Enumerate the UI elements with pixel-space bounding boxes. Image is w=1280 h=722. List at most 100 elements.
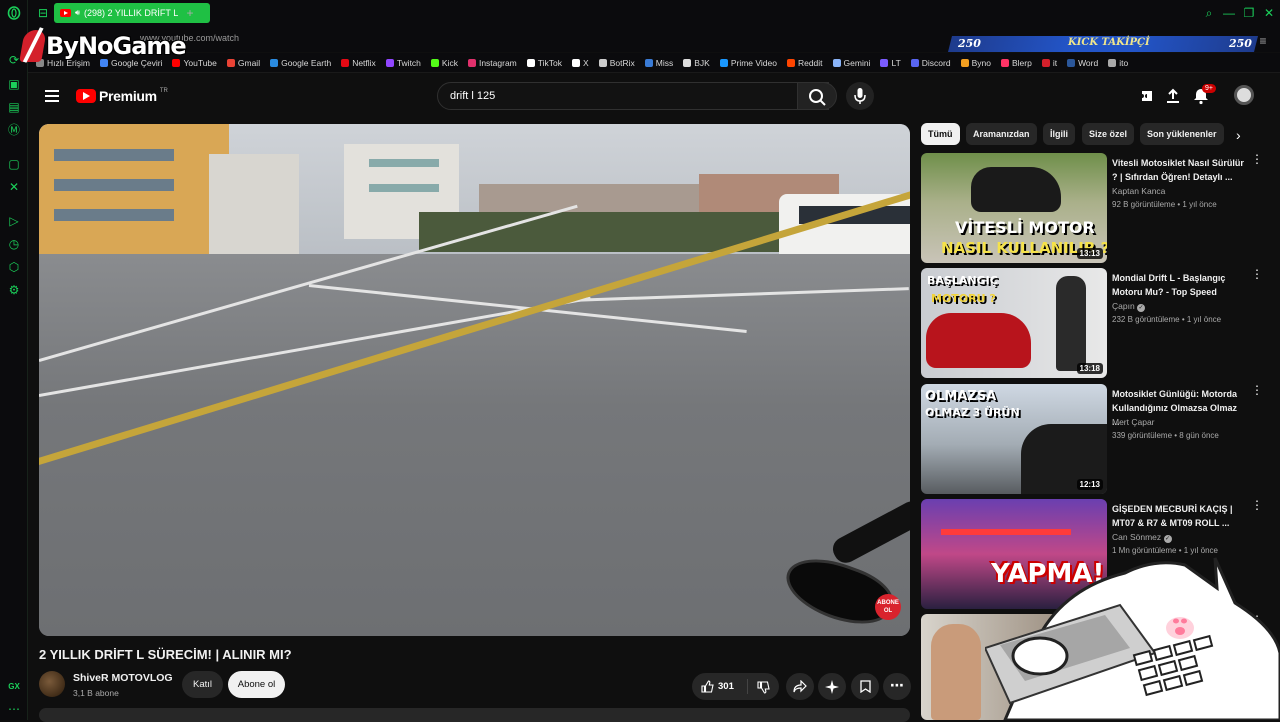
bookmark-item[interactable]: Blerp (1000, 58, 1032, 68)
close-window-icon[interactable]: ✕ (1262, 6, 1276, 20)
twitch-icon[interactable]: ▢ (7, 157, 21, 171)
opera-gx-logo-icon[interactable] (7, 6, 21, 20)
recommendation-item[interactable]: OLMAZSA OLMAZ 3 ÜRÜN 12:13 Motosiklet Gü… (921, 384, 1266, 494)
recommendation-item[interactable]: BAŞLANGIÇ MOTORU ? 13:18 Mondial Drift L… (921, 268, 1266, 378)
video-thumbnail[interactable]: BAŞLANGIÇ MOTORU ? 13:18 (921, 268, 1107, 378)
channel-name[interactable]: ShiveR MOTOVLOG (73, 672, 173, 684)
bookmark-item[interactable]: Gemini (832, 58, 870, 68)
gx-mods-icon[interactable]: GX (7, 680, 21, 694)
tab-bar: ⊟ 🔊︎ (298) 2 YILLIK DRİFT L + ⌕ — ❐ ✕ (28, 0, 1280, 26)
share-button[interactable] (786, 673, 814, 700)
bookmark-item[interactable]: BotRix (598, 58, 635, 68)
search-button[interactable] (797, 82, 837, 110)
thumbnail-barrier (941, 529, 1071, 535)
video-duration: 13:18 (1076, 363, 1103, 374)
x-twitter-icon[interactable]: ✕ (7, 180, 21, 194)
thumbnail-motorcycle (926, 313, 1031, 368)
player-icon[interactable]: ▷ (7, 214, 21, 228)
chip-all[interactable]: Tümü (921, 123, 960, 145)
chip-recently-uploaded[interactable]: Son yüklenenler (1140, 123, 1224, 145)
recommendation-channel[interactable]: Kaptan Kanca (1112, 186, 1165, 196)
chip-related[interactable]: İlgili (1043, 123, 1075, 145)
bookmark-label: LT (891, 57, 901, 68)
new-tab-icon[interactable]: + (183, 6, 197, 20)
menu-icon[interactable] (45, 90, 59, 102)
bookmark-item[interactable]: Netflix (341, 58, 376, 68)
bookmark-label: BJK (694, 57, 710, 68)
dislike-icon[interactable] (757, 681, 770, 694)
recommendation-title[interactable]: GİŞEDEN MECBURİ KAÇIŞ | MT07 & R7 & MT09… (1112, 502, 1244, 530)
recommendation-channel[interactable]: Can Sönmez ✓ (1112, 532, 1172, 543)
bookmark-item[interactable]: Reddit (786, 58, 823, 68)
recommendation-menu-icon[interactable]: ⋮ (1251, 153, 1263, 165)
recommendation-title[interactable]: Mondial Drift L - Başlangıç Motoru Mu? -… (1112, 271, 1244, 299)
bookmark-favicon-icon (1067, 58, 1076, 67)
bookmark-item[interactable]: Discord (910, 58, 951, 68)
recommendation-menu-icon[interactable]: ⋮ (1251, 499, 1263, 511)
messenger-icon[interactable]: Ⓜ (7, 123, 21, 137)
bookmark-item[interactable]: Twitch (385, 58, 421, 68)
bookmark-item[interactable]: LT (880, 57, 901, 68)
extensions-icon[interactable]: ⬡ (7, 260, 21, 274)
gx-corner-icon[interactable]: ▤ (7, 100, 21, 114)
tab-islands-icon[interactable]: ⊟ (36, 6, 50, 20)
recommendation-channel[interactable]: Çapın ✓ (1112, 301, 1146, 312)
youtube-logo[interactable]: Premium TR (76, 88, 168, 104)
save-button[interactable] (851, 673, 879, 700)
recommendation-channel[interactable]: Mert Çapar (1112, 417, 1155, 427)
bookmark-item[interactable]: Miss (644, 58, 673, 68)
maximize-icon[interactable]: ❐ (1242, 6, 1256, 20)
video-thumbnail[interactable]: OLMAZSA OLMAZ 3 ÜRÜN 12:13 (921, 384, 1107, 494)
account-avatar[interactable] (1234, 85, 1254, 105)
bookmark-label: TikTok (537, 57, 563, 68)
bookmark-item[interactable]: it (1041, 58, 1057, 68)
recommendation-title[interactable]: Vitesli Motosiklet Nasıl Sürülür ? | Sıf… (1112, 156, 1244, 184)
bookmark-favicon-icon (526, 58, 535, 67)
bookmark-item[interactable]: Prime Video (719, 57, 777, 68)
bookmark-favicon-icon (880, 58, 889, 67)
video-thumbnail[interactable]: VİTESLİ MOTOR NASIL KULLANILIR ? 13:13 (921, 153, 1107, 263)
ask-ai-button[interactable] (818, 673, 846, 700)
bookmark-item[interactable]: Byno (960, 58, 991, 68)
join-button[interactable]: Katıl (182, 671, 223, 698)
settings-icon[interactable]: ⚙ (7, 283, 21, 297)
chip-from-search[interactable]: Aramanızdan (966, 123, 1037, 145)
speaker-icon[interactable]: 🔊︎ (75, 8, 80, 18)
search-input[interactable]: drift l 125 ✕ (437, 82, 829, 110)
bookmark-label: Kick (441, 57, 458, 68)
recommendation-item[interactable]: VİTESLİ MOTOR NASIL KULLANILIR ? 13:13 V… (921, 153, 1266, 263)
bookmark-item[interactable]: TikTok (526, 57, 563, 68)
recommendation-menu-icon[interactable]: ⋮ (1251, 268, 1263, 280)
thumbnail-motorcycle (971, 167, 1061, 212)
bookmark-label: Prime Video (730, 57, 777, 68)
minimize-icon[interactable]: — (1222, 6, 1236, 20)
browser-menu-icon[interactable]: ≡ (1256, 34, 1270, 48)
bookmark-item[interactable]: ito (1108, 58, 1128, 68)
like-icon[interactable] (701, 680, 714, 693)
chips-next-icon[interactable]: › (1236, 127, 1241, 143)
voice-search-button[interactable] (846, 82, 874, 110)
bookmark-item[interactable]: Gmail (226, 58, 260, 68)
more-actions-icon[interactable]: ⋯ (883, 673, 911, 700)
gx-control-icon[interactable]: ▣ (7, 77, 21, 91)
bookmark-item[interactable]: Kick (430, 57, 458, 68)
bookmark-item[interactable]: Google Earth (270, 58, 331, 68)
subscribe-button[interactable]: Abone ol (228, 671, 285, 698)
recommendation-menu-icon[interactable]: ⋮ (1251, 384, 1263, 396)
bookmark-item[interactable]: Instagram (467, 58, 517, 68)
more-icon[interactable]: ⋯ (7, 702, 21, 716)
subscribe-watermark[interactable]: ABONE OL (875, 594, 901, 620)
bookmark-item[interactable]: X (572, 58, 589, 68)
upload-icon[interactable] (1164, 87, 1182, 105)
bookmark-favicon-icon (683, 58, 692, 67)
history-icon[interactable]: ◷ (7, 237, 21, 251)
bookmark-item[interactable]: BJK (683, 58, 710, 68)
search-tabs-icon[interactable]: ⌕ (1202, 6, 1216, 20)
chip-for-you[interactable]: Size özel (1082, 123, 1135, 145)
bookmark-label: Netflix (352, 57, 376, 68)
channel-avatar[interactable] (39, 671, 65, 697)
video-player[interactable]: ABONE OL (39, 124, 910, 636)
youtube-extension-icon[interactable] (1138, 87, 1156, 105)
tab-title: (298) 2 YILLIK DRİFT L (84, 8, 179, 18)
bookmark-item[interactable]: Word (1067, 58, 1098, 68)
